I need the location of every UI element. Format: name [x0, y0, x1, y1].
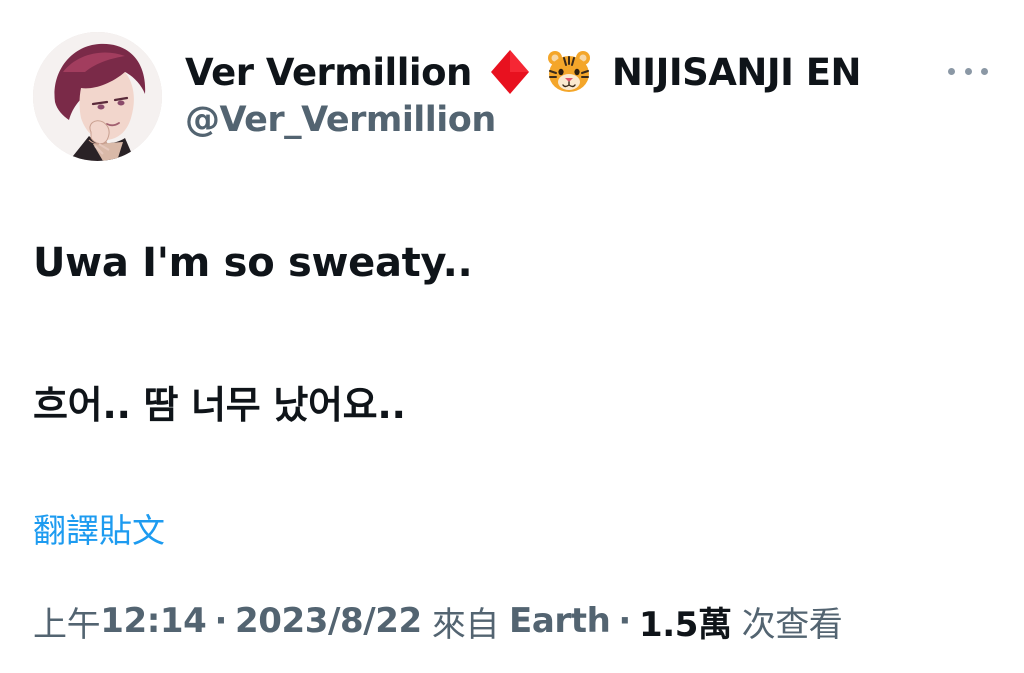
display-name-second[interactable]: NIJISANJI EN [612, 51, 862, 94]
separator-dot: · [618, 601, 631, 641]
time[interactable]: 12:14 [100, 601, 207, 641]
tweet: Ver Vermillion NIJISANJI EN @Ver_Vermill… [0, 0, 1024, 673]
avatar-image [33, 32, 162, 161]
tweet-text-line-2: 흐어.. 땀 너무 났어요.. [33, 383, 406, 427]
red-diamond-icon [490, 49, 530, 95]
more-dot-icon [948, 67, 955, 75]
avatar[interactable] [33, 32, 162, 161]
tweet-text-line-1: Uwa I'm so sweaty.. [33, 240, 473, 286]
views-count[interactable]: 1.5萬 [639, 597, 732, 646]
display-name-row[interactable]: Ver Vermillion NIJISANJI EN [185, 44, 862, 100]
display-name-first[interactable]: Ver Vermillion [185, 51, 472, 94]
tiger-face-icon [546, 49, 592, 95]
source-prefix: 來自 [431, 604, 500, 645]
user-handle[interactable]: @Ver_Vermillion [185, 100, 496, 140]
more-dot-icon [964, 67, 972, 75]
views-label: 次查看 [741, 604, 843, 645]
tweet-metadata: 上午 12:14 · 2023/8/22 來自 Earth · 1.5萬 次查看 [33, 597, 843, 646]
more-dot-icon [981, 67, 988, 75]
source-link[interactable]: Earth [509, 601, 611, 641]
date[interactable]: 2023/8/22 [235, 601, 422, 641]
time-ampm: 上午 [33, 604, 101, 645]
more-options-button[interactable] [944, 56, 992, 86]
translate-post-link[interactable]: 翻譯貼文 [33, 504, 165, 552]
separator-dot: · [214, 601, 227, 641]
